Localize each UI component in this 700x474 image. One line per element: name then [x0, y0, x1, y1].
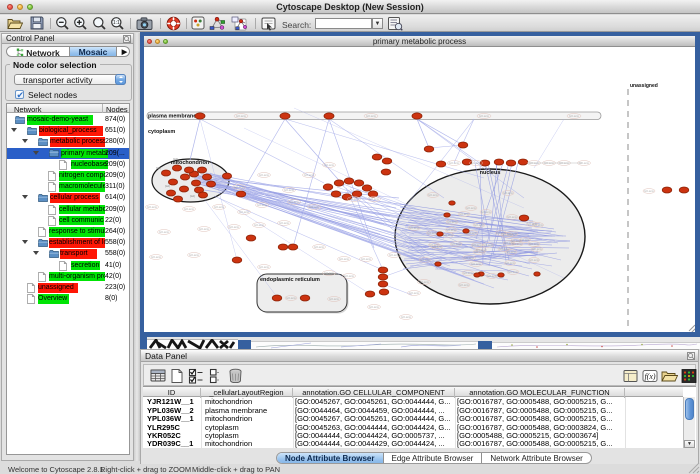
svg-text:[lab]: [lab] — [204, 159, 209, 163]
svg-text:GO-term: GO-term — [487, 274, 497, 278]
svg-text:GO-term: GO-term — [339, 257, 349, 261]
svg-text:GO-term: GO-term — [459, 283, 469, 287]
svg-text:GO-term: GO-term — [239, 210, 249, 214]
svg-text:GO-term: GO-term — [446, 228, 456, 232]
svg-text:GO-term: GO-term — [474, 223, 484, 227]
svg-text:GO-term: GO-term — [259, 265, 269, 269]
svg-text:nucleus: nucleus — [480, 170, 501, 176]
svg-text:GO-term: GO-term — [503, 191, 513, 195]
svg-text:GO-term: GO-term — [459, 212, 469, 216]
svg-text:GO-term: GO-term — [314, 245, 324, 249]
svg-text:f(x): f(x) — [644, 372, 655, 381]
svg-text:GO-term: GO-term — [361, 257, 371, 261]
svg-text:GO-term: GO-term — [420, 258, 430, 262]
svg-text:GO-term: GO-term — [344, 274, 354, 278]
svg-text:GO-term: GO-term — [507, 232, 517, 236]
svg-text:GO-term: GO-term — [409, 291, 419, 295]
svg-text:GO-term: GO-term — [369, 197, 379, 201]
svg-text:GO-term: GO-term — [324, 163, 334, 167]
svg-text:GO-term: GO-term — [428, 193, 438, 197]
svg-text:GO-term: GO-term — [472, 243, 482, 247]
svg-text:GO-term: GO-term — [432, 245, 442, 249]
svg-text:endoplasmic reticulum: endoplasmic reticulum — [260, 277, 320, 283]
svg-text:GO-term: GO-term — [427, 231, 437, 235]
svg-text:GO-term: GO-term — [284, 188, 294, 192]
svg-text:GO-term: GO-term — [471, 161, 481, 165]
svg-text:GO-term: GO-term — [147, 205, 157, 209]
svg-text:GO-term: GO-term — [214, 205, 224, 209]
svg-text:GO-term: GO-term — [289, 200, 299, 204]
svg-text:GO-term: GO-term — [184, 207, 194, 211]
svg-text:GO-term: GO-term — [499, 247, 509, 251]
svg-text:GO-term: GO-term — [527, 222, 537, 226]
svg-text:GO-term: GO-term — [401, 315, 411, 319]
svg-text:GO-term: GO-term — [257, 203, 267, 207]
svg-text:GO-term: GO-term — [279, 221, 289, 225]
svg-text:GO-term: GO-term — [229, 225, 239, 229]
svg-text:GO-term: GO-term — [447, 220, 457, 224]
svg-text:GO-term: GO-term — [199, 227, 209, 231]
svg-text:GO-term: GO-term — [369, 305, 379, 309]
svg-text:GO-term: GO-term — [324, 271, 334, 275]
svg-text:GO-term: GO-term — [254, 223, 264, 227]
svg-text:GO-term: GO-term — [471, 262, 481, 266]
svg-text:GO-term: GO-term — [479, 114, 489, 118]
svg-text:GO-term: GO-term — [349, 197, 359, 201]
svg-text:GO-term: GO-term — [366, 114, 376, 118]
svg-text:GO-term: GO-term — [511, 239, 521, 243]
svg-text:GO-term: GO-term — [569, 114, 579, 118]
svg-text:cytoplasm: cytoplasm — [148, 129, 175, 135]
svg-text:[lab]: [lab] — [173, 157, 178, 161]
svg-text:unassigned: unassigned — [630, 83, 658, 89]
svg-text:GO-term: GO-term — [507, 215, 517, 219]
svg-text:GO-term: GO-term — [409, 226, 419, 230]
svg-text:[lab]: [lab] — [156, 166, 161, 170]
svg-text:GO-term: GO-term — [236, 114, 246, 118]
svg-text:GO-term: GO-term — [451, 242, 461, 246]
svg-text:GO-term: GO-term — [419, 280, 429, 284]
svg-text:GO-term: GO-term — [286, 296, 296, 300]
svg-text:GO-term: GO-term — [529, 258, 539, 262]
svg-text:GO-term: GO-term — [532, 247, 542, 251]
svg-text:GO-term: GO-term — [496, 231, 506, 235]
svg-text:GO-term: GO-term — [529, 242, 539, 246]
svg-text:GO-term: GO-term — [389, 253, 399, 257]
svg-text:GO-term: GO-term — [443, 233, 453, 237]
svg-text:GO-term: GO-term — [151, 255, 161, 259]
svg-text:GO-term: GO-term — [483, 243, 493, 247]
svg-text:GO-term: GO-term — [476, 248, 486, 252]
svg-text:GO-term: GO-term — [463, 271, 473, 275]
svg-text:GO-term: GO-term — [234, 185, 244, 189]
svg-text:[lab]: [lab] — [190, 194, 195, 198]
svg-text:GO-term: GO-term — [505, 261, 515, 265]
svg-text:GO-term: GO-term — [508, 270, 518, 274]
svg-text:GO-term: GO-term — [464, 256, 474, 260]
svg-text:[lab]: [lab] — [165, 184, 170, 188]
svg-text:GO-term: GO-term — [259, 173, 269, 177]
svg-text:GO-term: GO-term — [329, 297, 339, 301]
svg-text:GO-term: GO-term — [189, 253, 199, 257]
svg-text:GO-term: GO-term — [304, 173, 314, 177]
svg-text:1:1: 1:1 — [113, 20, 120, 26]
svg-text:GO-term: GO-term — [644, 189, 654, 193]
svg-text:GO-term: GO-term — [309, 205, 319, 209]
svg-text:GO-term: GO-term — [481, 210, 491, 214]
svg-text:GO-term: GO-term — [159, 230, 169, 234]
svg-text:plasma membrane: plasma membrane — [148, 114, 196, 120]
svg-text:GO-term: GO-term — [449, 161, 459, 165]
svg-text:GO-term: GO-term — [466, 206, 476, 210]
